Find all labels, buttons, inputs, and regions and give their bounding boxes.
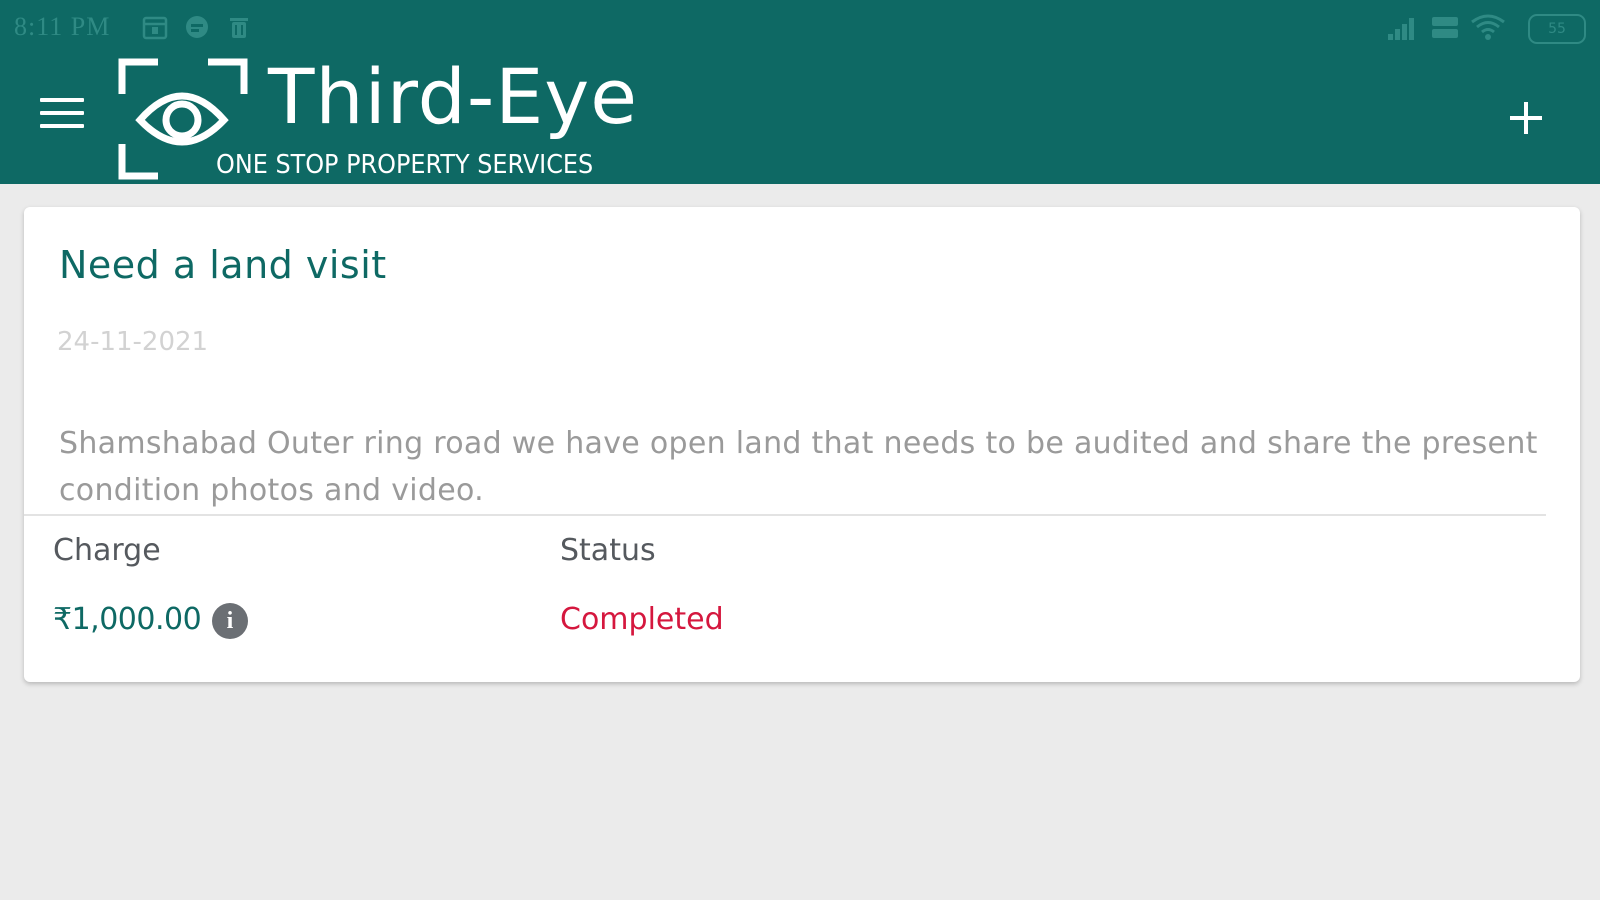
info-icon[interactable]: i — [212, 603, 248, 639]
menu-icon-bar — [40, 124, 84, 128]
charge-value: ₹1,000.00 — [53, 602, 202, 637]
status-badge: Completed — [560, 602, 724, 637]
divider — [24, 514, 1546, 516]
menu-icon-bar — [40, 111, 84, 115]
request-description: Shamshabad Outer ring road we have open … — [59, 426, 1538, 508]
app-logo: Third-Eye ONE STOP PROPERTY SERVICES — [118, 52, 678, 184]
battery-icon: 55 — [1528, 14, 1586, 44]
charge-label: Charge — [53, 533, 161, 568]
request-card[interactable]: Need a land visit 24-11-2021 Shamshabad … — [24, 207, 1580, 682]
volte-icon — [1432, 17, 1458, 38]
status-time: 8:11 PM — [14, 12, 111, 41]
chat-notification-icon — [186, 16, 208, 38]
trash-notification-icon — [230, 18, 248, 38]
calendar-notification-icon — [142, 16, 168, 40]
request-date: 24-11-2021 — [57, 327, 209, 357]
logo-title: Third-Eye — [268, 52, 639, 141]
app-bar: 8:11 PM 55 Third-Eye ONE STOP PROPERTY S… — [0, 0, 1600, 184]
signal-icon — [1388, 18, 1414, 40]
status-label: Status — [560, 533, 656, 568]
wifi-icon — [1471, 14, 1505, 40]
system-status-bar: 8:11 PM 55 — [0, 0, 1600, 56]
menu-button[interactable] — [40, 98, 88, 138]
add-icon[interactable] — [1508, 100, 1544, 136]
menu-icon-bar — [40, 98, 84, 102]
request-title: Need a land visit — [59, 243, 387, 287]
logo-tagline: ONE STOP PROPERTY SERVICES — [216, 150, 594, 180]
